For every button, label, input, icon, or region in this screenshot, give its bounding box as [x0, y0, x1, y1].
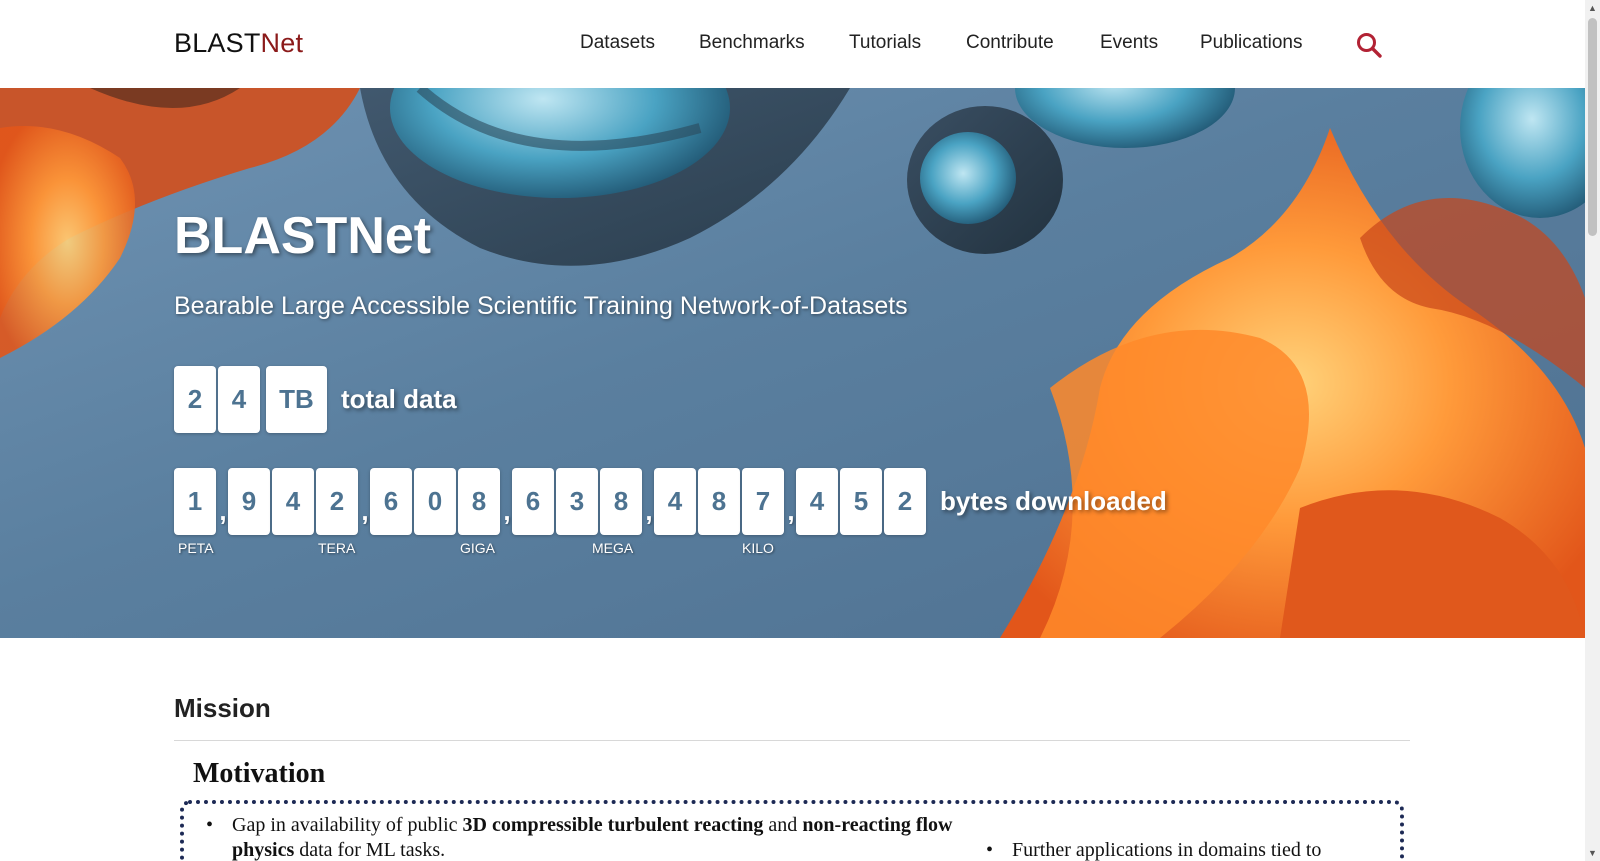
nav-item-publications[interactable]: Publications	[1200, 32, 1302, 54]
bullet-text-bold: 3D compressible turbulent reacting	[462, 814, 764, 836]
hero-banner: BLASTNet Bearable Large Accessible Scien…	[0, 88, 1585, 638]
nav-item-events[interactable]: Events	[1100, 32, 1158, 54]
digit-tile: 8	[600, 468, 642, 535]
digit-tile: 6	[512, 468, 554, 535]
motivation-heading: Motivation	[193, 758, 326, 789]
digit-tile: 4	[272, 468, 314, 535]
bytes-downloaded-label: bytes downloaded	[940, 486, 1167, 516]
total-data-label: total data	[341, 384, 457, 414]
digit-tile: 2	[884, 468, 926, 535]
motivation-bullet: • Further applications in domains tied t…	[986, 838, 1412, 861]
bullet-dot: •	[206, 814, 214, 836]
brand-logo[interactable]: BLASTNet	[174, 28, 303, 59]
section-divider	[174, 740, 1410, 741]
magnitude-label-mega: MEGA	[592, 540, 634, 556]
digit-tile: 7	[742, 468, 784, 535]
digit-tile: 3	[556, 468, 598, 535]
scroll-down-arrow-icon[interactable]: ▼	[1588, 848, 1597, 858]
thousands-separator: ,	[503, 496, 511, 526]
bullet-text: Further applications in domains tied to	[1012, 839, 1322, 861]
magnitude-label-giga: GIGA	[460, 540, 496, 556]
digit-tile: 1	[174, 468, 216, 535]
thousands-separator: ,	[645, 496, 653, 526]
digit-tile: 8	[458, 468, 500, 535]
vertical-scrollbar[interactable]: ▲ ▼	[1585, 0, 1600, 861]
hero-background-art	[0, 88, 1585, 638]
top-navbar: BLASTNet Datasets Benchmarks Tutorials C…	[0, 0, 1585, 88]
digit-tile: 2	[174, 366, 216, 433]
digit-tile: 0	[414, 468, 456, 535]
digit-tile: 5	[840, 468, 882, 535]
nav-item-contribute[interactable]: Contribute	[966, 32, 1054, 54]
brand-part-2: Net	[260, 28, 304, 58]
mission-heading: Mission	[174, 693, 271, 723]
total-data-counter: 2 4 TB total data	[174, 366, 457, 433]
bullet-dot: •	[986, 839, 994, 861]
scroll-up-arrow-icon[interactable]: ▲	[1588, 3, 1597, 13]
nav-item-tutorials[interactable]: Tutorials	[849, 32, 921, 54]
digit-tile: 6	[370, 468, 412, 535]
unit-tile: TB	[266, 366, 327, 433]
search-icon[interactable]	[1354, 30, 1384, 60]
bytes-downloaded-counter: 1 , 9 4 2 , 6 0 8 , 6 3 8 , 4 8 7 , 4 5 …	[174, 468, 1167, 535]
thousands-separator: ,	[219, 496, 227, 526]
digit-tile: 4	[796, 468, 838, 535]
digit-tile: 8	[698, 468, 740, 535]
thousands-separator: ,	[361, 496, 369, 526]
brand-part-1: BLAST	[174, 28, 261, 58]
digit-tile: 4	[218, 366, 260, 433]
bullet-text-post: data for ML tasks.	[294, 839, 446, 861]
digit-tile: 9	[228, 468, 270, 535]
motivation-bullet: • Gap in availability of public 3D compr…	[206, 813, 992, 861]
nav-item-benchmarks[interactable]: Benchmarks	[699, 32, 805, 54]
scrollbar-thumb[interactable]	[1588, 18, 1597, 236]
bullet-text-pre: Gap in availability of public	[232, 814, 463, 836]
bullet-text-mid: and	[763, 814, 803, 836]
magnitude-label-tera: TERA	[318, 540, 356, 556]
hero-subtitle: Bearable Large Accessible Scientific Tra…	[174, 292, 908, 320]
nav-item-datasets[interactable]: Datasets	[580, 32, 655, 54]
digit-tile: 4	[654, 468, 696, 535]
hero-title: BLASTNet	[174, 207, 432, 265]
thousands-separator: ,	[787, 496, 795, 526]
magnitude-label-kilo: KILO	[742, 540, 774, 556]
magnitude-label-peta: PETA	[178, 540, 214, 556]
digit-tile: 2	[316, 468, 358, 535]
